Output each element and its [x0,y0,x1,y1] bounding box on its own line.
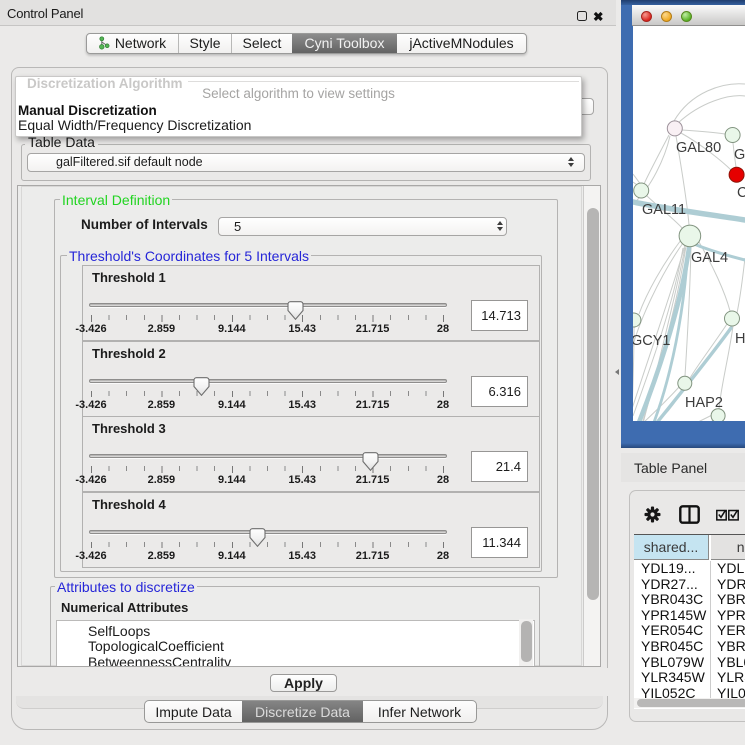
svg-text:GAL2: GAL2 [734,147,745,163]
svg-text:HI: HI [735,331,745,347]
svg-text:HAP2: HAP2 [685,395,723,411]
svg-text:CDC: CDC [737,185,745,201]
svg-text:GAL4: GAL4 [691,250,728,266]
svg-text:GAL80: GAL80 [676,140,721,156]
svg-text:GCY1: GCY1 [633,333,671,349]
svg-text:GAL11: GAL11 [642,202,686,218]
